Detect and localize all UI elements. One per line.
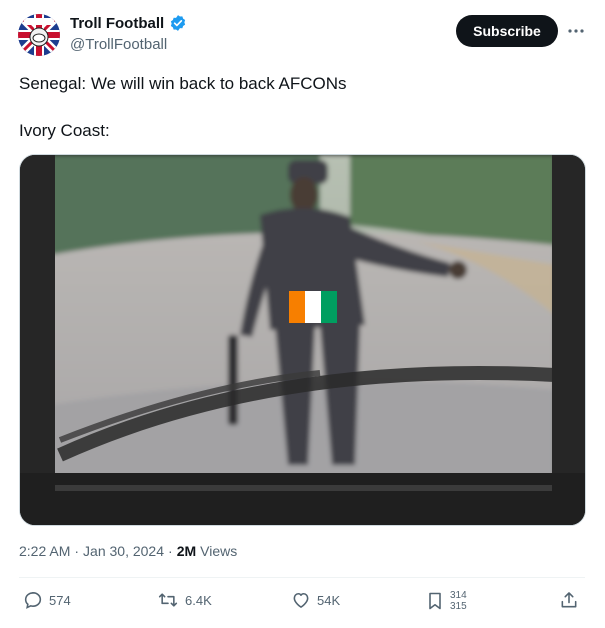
- author-name-row: Troll Football: [70, 14, 187, 32]
- bookmark-count-new: 315: [450, 601, 467, 612]
- divider: [19, 577, 585, 578]
- tweet-time[interactable]: 2:22 AM: [19, 543, 70, 559]
- repost-count: 6.4K: [185, 592, 212, 608]
- tweet-line-1: Senegal: We will win back to back AFCONs: [19, 74, 347, 93]
- views-label: Views: [200, 543, 238, 559]
- tweet-meta: 2:22 AM · Jan 30, 2024 · 2M Views: [19, 543, 237, 559]
- tweet-line-2: Ivory Coast:: [19, 121, 110, 140]
- more-button[interactable]: [566, 22, 586, 40]
- like-count: 54K: [317, 592, 341, 608]
- tweet-media-image[interactable]: [19, 154, 586, 526]
- repost-button[interactable]: 6.4K: [157, 590, 212, 610]
- like-button[interactable]: 54K: [291, 590, 340, 610]
- meta-separator: ·: [168, 543, 173, 559]
- share-button[interactable]: [559, 590, 579, 610]
- ivory-coast-flag-icon: [289, 291, 337, 323]
- bookmark-icon: [429, 592, 441, 610]
- repost-icon: [158, 593, 178, 607]
- tweet-card: Troll Football @TrollFootball Subscribe …: [0, 0, 605, 628]
- action-bar: 574 6.4K 54K 314 315: [19, 590, 585, 614]
- views-count: 2M: [176, 543, 197, 559]
- more-icon: [568, 29, 584, 33]
- avatar[interactable]: [18, 14, 60, 56]
- tweet-text: Senegal: We will win back to back AFCONs…: [19, 72, 347, 142]
- policeman-meme-image: [20, 155, 585, 525]
- reply-count: 574: [49, 592, 71, 608]
- share-icon: [561, 592, 577, 608]
- author-handle[interactable]: @TrollFootball: [70, 36, 167, 53]
- verified-badge-icon[interactable]: [169, 14, 187, 32]
- like-icon: [293, 592, 309, 608]
- bookmark-button[interactable]: 314 315: [426, 590, 467, 612]
- bookmark-count-old: 314: [450, 590, 467, 601]
- bookmark-count: 314 315: [450, 590, 467, 612]
- tweet-date[interactable]: Jan 30, 2024: [83, 543, 164, 559]
- author-display-name[interactable]: Troll Football: [70, 15, 164, 32]
- union-jack-avatar-icon: [18, 14, 60, 56]
- reply-button[interactable]: 574: [23, 590, 71, 610]
- meta-separator: ·: [74, 543, 80, 559]
- subscribe-button[interactable]: Subscribe: [456, 15, 558, 47]
- reply-icon: [24, 592, 42, 609]
